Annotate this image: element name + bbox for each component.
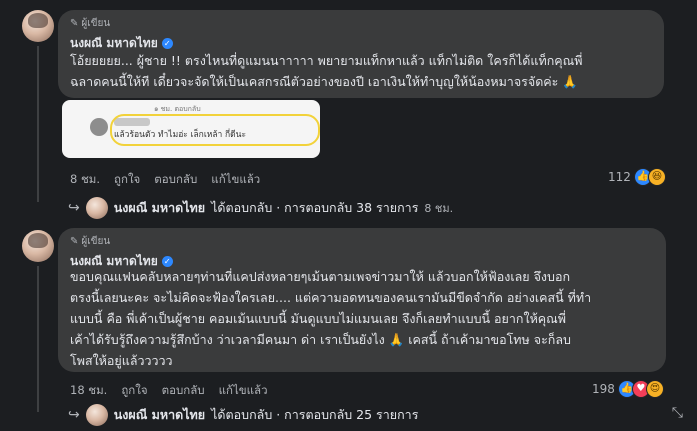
comment-text: ขอบคุณแฟนคลับหลายๆท่านที่แคปส่งหลายๆเม้น… xyxy=(70,266,662,371)
comment-text-line: แบบนี้ คือ พี่เค้าเป็นผู้ชาย คอมเม้นแบบน… xyxy=(70,311,567,326)
haha-reaction-icon: 😆 xyxy=(647,168,666,186)
replier-name: นงผณี มหาดไทย xyxy=(113,200,206,215)
pencil-icon: ✎ xyxy=(70,18,79,29)
reply-arrow-icon: ↪ xyxy=(68,200,80,216)
edited-label[interactable]: แก้ไขแล้ว xyxy=(211,171,260,189)
reply-link[interactable]: ตอบกลับ xyxy=(162,382,205,400)
comment-text-line: โพสให้อยู่แล้ววววว xyxy=(70,353,173,368)
reaction-summary[interactable]: 112 👍 😆 xyxy=(608,168,666,186)
reaction-summary[interactable]: 198 👍 ♥ 😍 xyxy=(592,380,664,398)
author-badge: ✎ ผู้เขียน xyxy=(70,234,110,249)
verified-badge-icon: ✓ xyxy=(161,38,173,49)
replies-summary: ได้ตอบกลับ · การตอบกลับ 38 รายการ xyxy=(211,200,419,215)
reaction-count: 198 xyxy=(592,382,615,396)
replier-avatar xyxy=(85,197,108,219)
comment-actions: 8 ชม. ถูกใจ ตอบกลับ แก้ไขแล้ว xyxy=(70,171,260,189)
author-avatar[interactable] xyxy=(22,10,54,42)
comment-time[interactable]: 18 ชม. xyxy=(70,382,107,400)
comment-actions: 18 ชม. ถูกใจ ตอบกลับ แก้ไขแล้ว xyxy=(70,382,268,400)
like-link[interactable]: ถูกใจ xyxy=(121,382,147,400)
attached-screenshot[interactable]: ๑ ชม. ตอบกลับ แล้วร้อนตัว ทำไมอ่ะ เล็กเห… xyxy=(62,100,320,158)
comment-text-line: ขอบคุณแฟนคลับหลายๆท่านที่แคปส่งหลายๆเม้น… xyxy=(70,269,571,284)
view-replies[interactable]: ↪ นงผณี มหาดไทย ได้ตอบกลับ · การตอบกลับ … xyxy=(68,404,418,426)
reaction-count: 112 xyxy=(608,170,631,184)
author-avatar[interactable] xyxy=(22,230,54,262)
thread-line xyxy=(37,266,39,412)
comment-text-line: ฉลาดคนนี้ให้ที เดี๋ยวจะจัดให้เป็นเคสกรณี… xyxy=(70,74,578,89)
comment-text-line: ตรงนี้เลยนะคะ จะไม่คิดจะฟ้องใครเลย.... แ… xyxy=(70,290,592,305)
author-badge-label: ผู้เขียน xyxy=(81,18,111,29)
highlight-ring xyxy=(110,114,320,146)
replies-summary: ได้ตอบกลับ · การตอบกลับ 25 รายการ xyxy=(211,407,419,422)
author-badge: ✎ ผู้เขียน xyxy=(70,16,110,31)
comment-text-line: โอ้ยยยยย... ผู้ชาย !! ตรงไหนที่ดูแมนนาาา… xyxy=(70,53,583,68)
thread-line xyxy=(37,46,39,202)
reply-link[interactable]: ตอบกลับ xyxy=(154,171,197,189)
like-link[interactable]: ถูกใจ xyxy=(114,171,140,189)
pencil-icon: ✎ xyxy=(70,236,79,247)
replier-name: นงผณี มหาดไทย xyxy=(113,407,206,422)
author-badge-label: ผู้เขียน xyxy=(81,236,111,247)
view-replies[interactable]: ↪ นงผณี มหาดไทย ได้ตอบกลับ · การตอบกลับ … xyxy=(68,197,453,219)
replies-time: 8 ชม. xyxy=(424,202,454,215)
edited-label[interactable]: แก้ไขแล้ว xyxy=(219,382,268,400)
expand-icon[interactable]: ⤡ xyxy=(672,405,683,421)
care-reaction-icon: 😍 xyxy=(645,380,664,398)
reply-arrow-icon: ↪ xyxy=(68,407,80,423)
replier-avatar xyxy=(85,404,108,426)
comment-text-line: เค้าได้รับรู้ถึงความรู้สึกบ้าง ว่าเวลามี… xyxy=(70,332,571,347)
screenshot-avatar xyxy=(90,118,108,136)
comment-text: โอ้ยยยยย... ผู้ชาย !! ตรงไหนที่ดูแมนนาาา… xyxy=(70,50,660,92)
comment-time[interactable]: 8 ชม. xyxy=(70,171,100,189)
